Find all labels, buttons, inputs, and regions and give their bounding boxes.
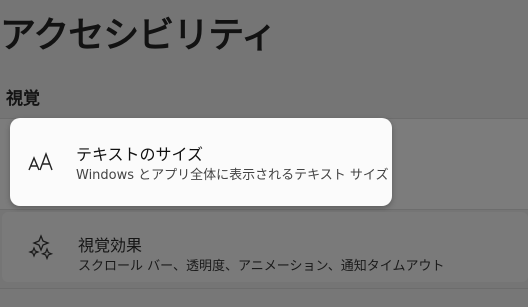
text-size-subtitle: Windows とアプリ全体に表示されるテキスト サイズ xyxy=(76,168,389,183)
text-size-card[interactable]: テキストのサイズ Windows とアプリ全体に表示されるテキスト サイズ xyxy=(10,118,392,206)
visual-effects-title: 視覚効果 xyxy=(78,236,143,255)
next-row-edge xyxy=(0,288,528,307)
page-title: アクセシビリティ xyxy=(0,15,277,56)
visual-effects-row[interactable]: 視覚効果 スクロール バー、透明度、アニメーション、通知タイムアウト xyxy=(2,212,528,282)
text-size-title: テキストのサイズ xyxy=(76,145,204,164)
visual-effects-icon xyxy=(28,234,54,261)
visual-effects-subtitle: スクロール バー、透明度、アニメーション、通知タイムアウト xyxy=(78,259,445,274)
text-size-icon xyxy=(28,148,54,174)
section-label: 視覚 xyxy=(6,89,40,109)
